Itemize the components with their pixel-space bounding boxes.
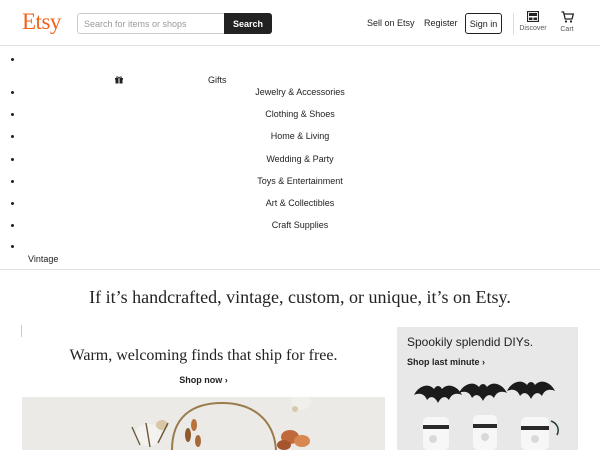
category-label-vintage: Vintage (28, 254, 59, 264)
wreath-illustration (22, 397, 385, 450)
discover-label: Discover (519, 25, 547, 32)
cart-button[interactable]: Cart (556, 11, 578, 33)
diy-card-title: Spookily splendid DIYs. (407, 335, 534, 349)
promo-title: Warm, welcoming finds that ship for free… (69, 347, 338, 364)
etsy-logo[interactable]: Etsy (22, 9, 61, 35)
bat-jars-image (414, 381, 559, 450)
category-label: Jewelry & Accessories (255, 87, 345, 97)
list-bullet (11, 245, 14, 248)
sign-in-button[interactable]: Sign in (465, 13, 502, 34)
search-bar: Search (77, 13, 272, 34)
cart-icon (561, 11, 574, 23)
site-header: Etsy Search Sell on Etsy Register Sign i… (0, 0, 600, 46)
header-divider (513, 13, 514, 35)
category-label-gifts: Gifts (208, 75, 227, 85)
category-label: Wedding & Party (266, 154, 334, 164)
discover-icon (527, 11, 539, 22)
promo-divider (21, 325, 22, 337)
category-nav: Gifts Jewelry & Accessories Clothing & S… (0, 46, 600, 270)
discover-button[interactable]: Discover (516, 11, 550, 32)
spooky-diy-card[interactable]: Spookily splendid DIYs. Shop last minute… (397, 327, 578, 450)
hero-tagline: If it’s handcrafted, vintage, custom, or… (89, 287, 511, 307)
category-label: Toys & Entertainment (257, 176, 343, 186)
register-link[interactable]: Register (424, 18, 458, 28)
category-label: Clothing & Shoes (265, 109, 335, 119)
category-label: Art & Collectibles (265, 198, 335, 208)
wreath-promo-image[interactable] (22, 397, 385, 450)
gift-icon (115, 76, 123, 84)
shop-last-minute-link[interactable]: Shop last minute › (407, 357, 485, 367)
shop-now-link[interactable]: Shop now › (22, 375, 385, 385)
category-label: Craft Supplies (271, 220, 329, 230)
search-button[interactable]: Search (224, 13, 272, 34)
search-input[interactable] (77, 13, 225, 34)
list-bullet (11, 58, 14, 61)
cart-label: Cart (560, 26, 574, 33)
sell-on-etsy-link[interactable]: Sell on Etsy (367, 18, 415, 28)
category-label: Home & Living (270, 131, 330, 141)
